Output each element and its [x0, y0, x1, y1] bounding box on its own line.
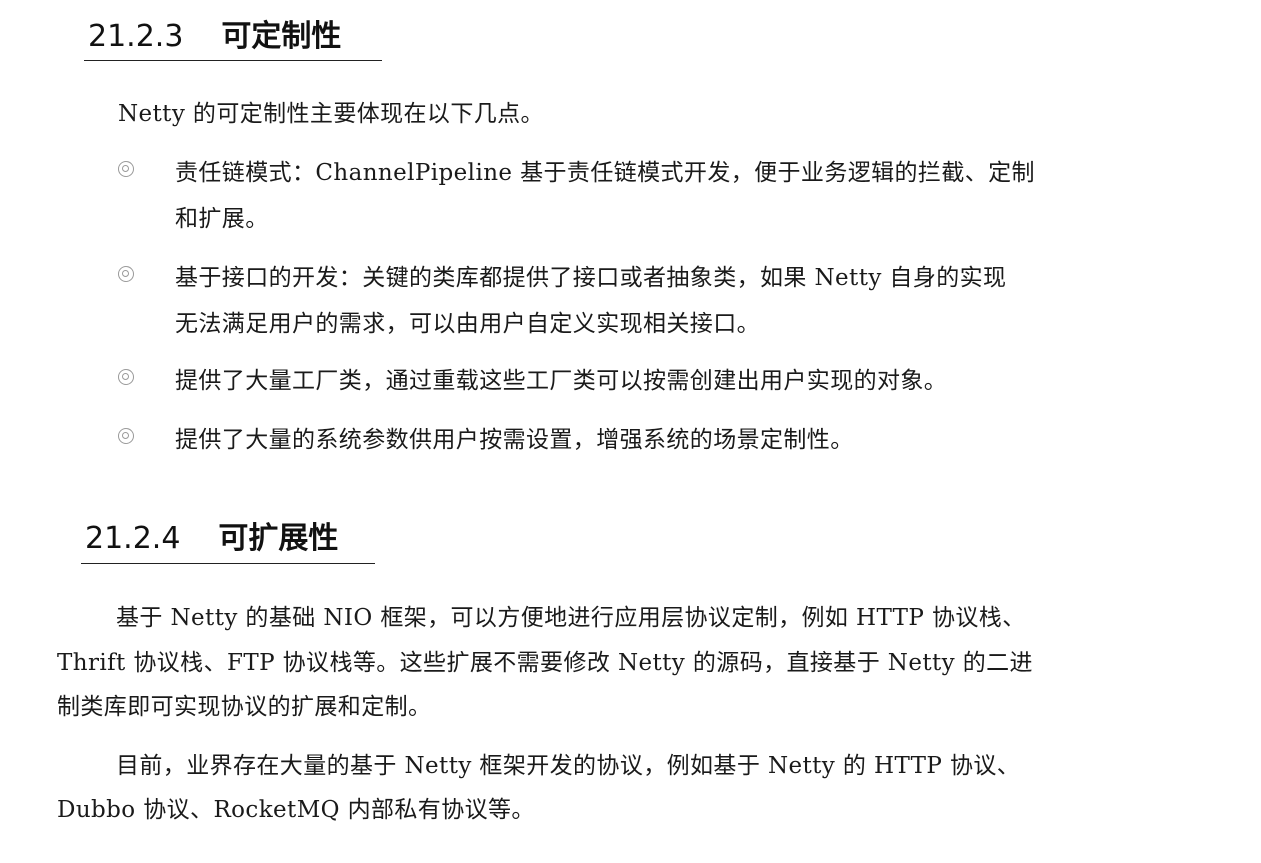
section-number: 21.2.3: [88, 19, 184, 54]
paragraph-line: Dubbo 协议、RocketMQ 内部私有协议等。: [57, 797, 535, 823]
double-circle-bullet-icon: [118, 369, 134, 385]
list-item-text: 提供了大量的系统参数供用户按需设置，增强系统的场景定制性。: [175, 417, 854, 463]
list-item-line: 无法满足用户的需求，可以由用户自定义实现相关接口。: [175, 311, 760, 337]
document-page: 21.2.3 可定制性 Netty 的可定制性主要体现在以下几点。 责任链模式：C…: [0, 0, 1261, 863]
section-number: 21.2.4: [85, 521, 181, 556]
paragraph-line: 目前，业界存在大量的基于 Netty 框架开发的协议，例如基于 Netty 的 …: [116, 753, 1021, 779]
list-item-line: 和扩展。: [175, 206, 269, 232]
double-circle-bullet-icon: [118, 161, 134, 177]
list-item-text: 基于接口的开发：关键的类库都提供了接口或者抽象类，如果 Netty 自身的实现 …: [175, 255, 1006, 347]
double-circle-bullet-icon: [118, 266, 134, 282]
section-title: 可扩展性: [218, 521, 339, 556]
list-item-line: 提供了大量工厂类，通过重载这些工厂类可以按需创建出用户实现的对象。: [175, 368, 948, 394]
list-item: 责任链模式：ChannelPipeline 基于责任链模式开发，便于业务逻辑的拦…: [118, 150, 1218, 242]
paragraph-line: Thrift 协议栈、FTP 协议栈等。这些扩展不需要修改 Netty 的源码，…: [57, 650, 1033, 676]
list-item-line: 基于接口的开发：关键的类库都提供了接口或者抽象类，如果 Netty 自身的实现: [175, 265, 1007, 291]
list-item-line: 提供了大量的系统参数供用户按需设置，增强系统的场景定制性。: [175, 427, 854, 453]
paragraph-line: 制类库即可实现协议的扩展和定制。: [57, 694, 432, 720]
section-heading-customizability: 21.2.3 可定制性: [88, 17, 341, 57]
list-item: 提供了大量工厂类，通过重载这些工厂类可以按需创建出用户实现的对象。: [118, 358, 1218, 404]
list-item-text: 责任链模式：ChannelPipeline 基于责任链模式开发，便于业务逻辑的拦…: [175, 150, 1035, 242]
section-underline: [84, 60, 382, 61]
section-title: 可定制性: [221, 19, 342, 54]
list-item: 基于接口的开发：关键的类库都提供了接口或者抽象类，如果 Netty 自身的实现 …: [118, 255, 1218, 347]
paragraph-line: 基于 Netty 的基础 NIO 框架，可以方便地进行应用层协议定制，例如 HT…: [116, 605, 1026, 631]
section-underline: [81, 563, 375, 564]
list-item-text: 提供了大量工厂类，通过重载这些工厂类可以按需创建出用户实现的对象。: [175, 358, 947, 404]
double-circle-bullet-icon: [118, 428, 134, 444]
list-item: 提供了大量的系统参数供用户按需设置，增强系统的场景定制性。: [118, 417, 1218, 463]
list-item-line: 责任链模式：ChannelPipeline 基于责任链模式开发，便于业务逻辑的拦…: [175, 160, 1035, 186]
intro-paragraph: Netty 的可定制性主要体现在以下几点。: [118, 101, 544, 127]
section-heading-extensibility: 21.2.4 可扩展性: [85, 519, 338, 559]
